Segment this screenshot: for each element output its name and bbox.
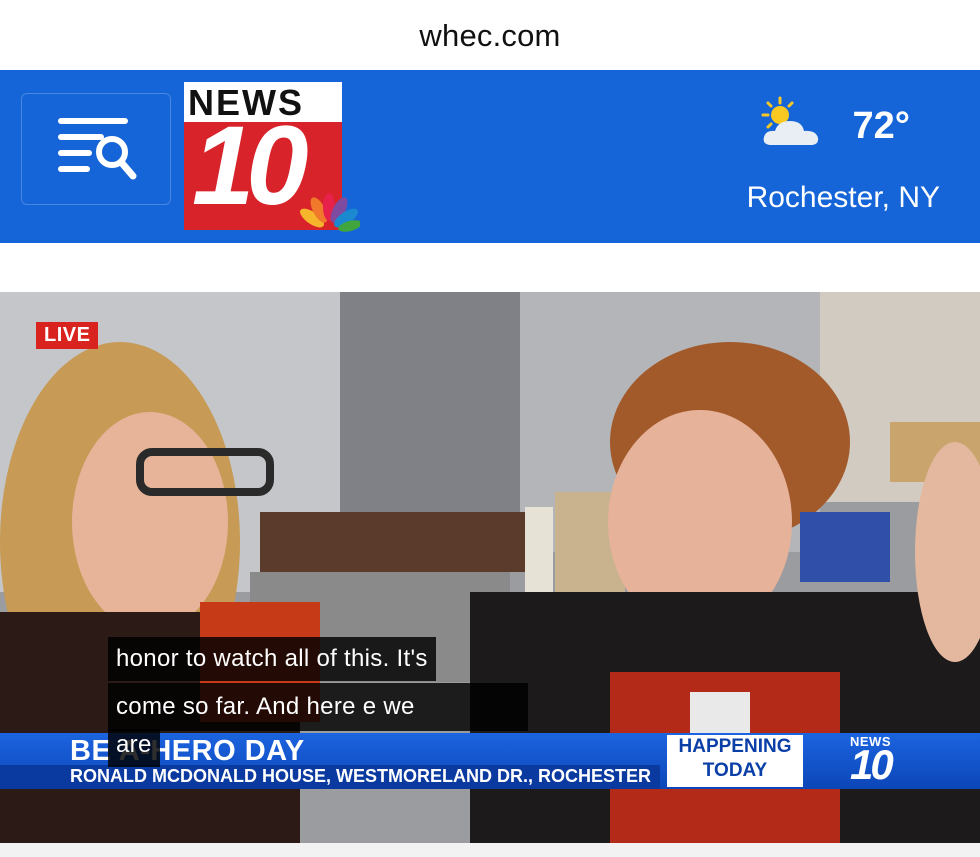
news10-logo[interactable]: NEWS 10 [184, 82, 360, 232]
location-label: Rochester, NY [746, 181, 940, 214]
site-header: NEWS 10 72° Rochester, NY [0, 70, 980, 243]
temperature: 72° [852, 105, 910, 147]
lower-third-subtitle-bar: RONALD MCDONALD HOUSE, WESTMORELAND DR.,… [0, 765, 660, 789]
live-badge: LIVE [36, 322, 99, 349]
menu-search-icon [58, 118, 137, 180]
menu-search-button[interactable] [21, 93, 171, 205]
mini-logo-number: 10 [850, 741, 894, 788]
partly-cloudy-icon [761, 96, 819, 145]
live-video-player[interactable]: LIVE honor to watch all of this. It's co… [0, 292, 980, 843]
happening-label: HAPPENING [678, 736, 792, 757]
happening-today-tag: HAPPENING TODAY [667, 735, 803, 787]
lower-third-subtitle: RONALD MCDONALD HOUSE, WESTMORELAND DR.,… [70, 766, 651, 786]
url-text[interactable]: whec.com [0, 18, 980, 54]
page-bottom-strip [0, 843, 980, 857]
caption-line-2: come so far. And here e we [108, 683, 528, 731]
address-bar[interactable]: whec.com [0, 0, 980, 70]
news10-mini-logo: NEWS 10 [848, 734, 908, 788]
peacock-icon [300, 193, 360, 232]
caption-line-3: are [108, 729, 160, 767]
lower-third-title: BE A-HERO DAY [70, 735, 305, 767]
logo-number: 10 [192, 103, 309, 228]
today-label: TODAY [702, 760, 768, 781]
weather-widget[interactable]: 72° Rochester, NY [680, 95, 940, 225]
caption-line-1: honor to watch all of this. It's [108, 637, 436, 681]
